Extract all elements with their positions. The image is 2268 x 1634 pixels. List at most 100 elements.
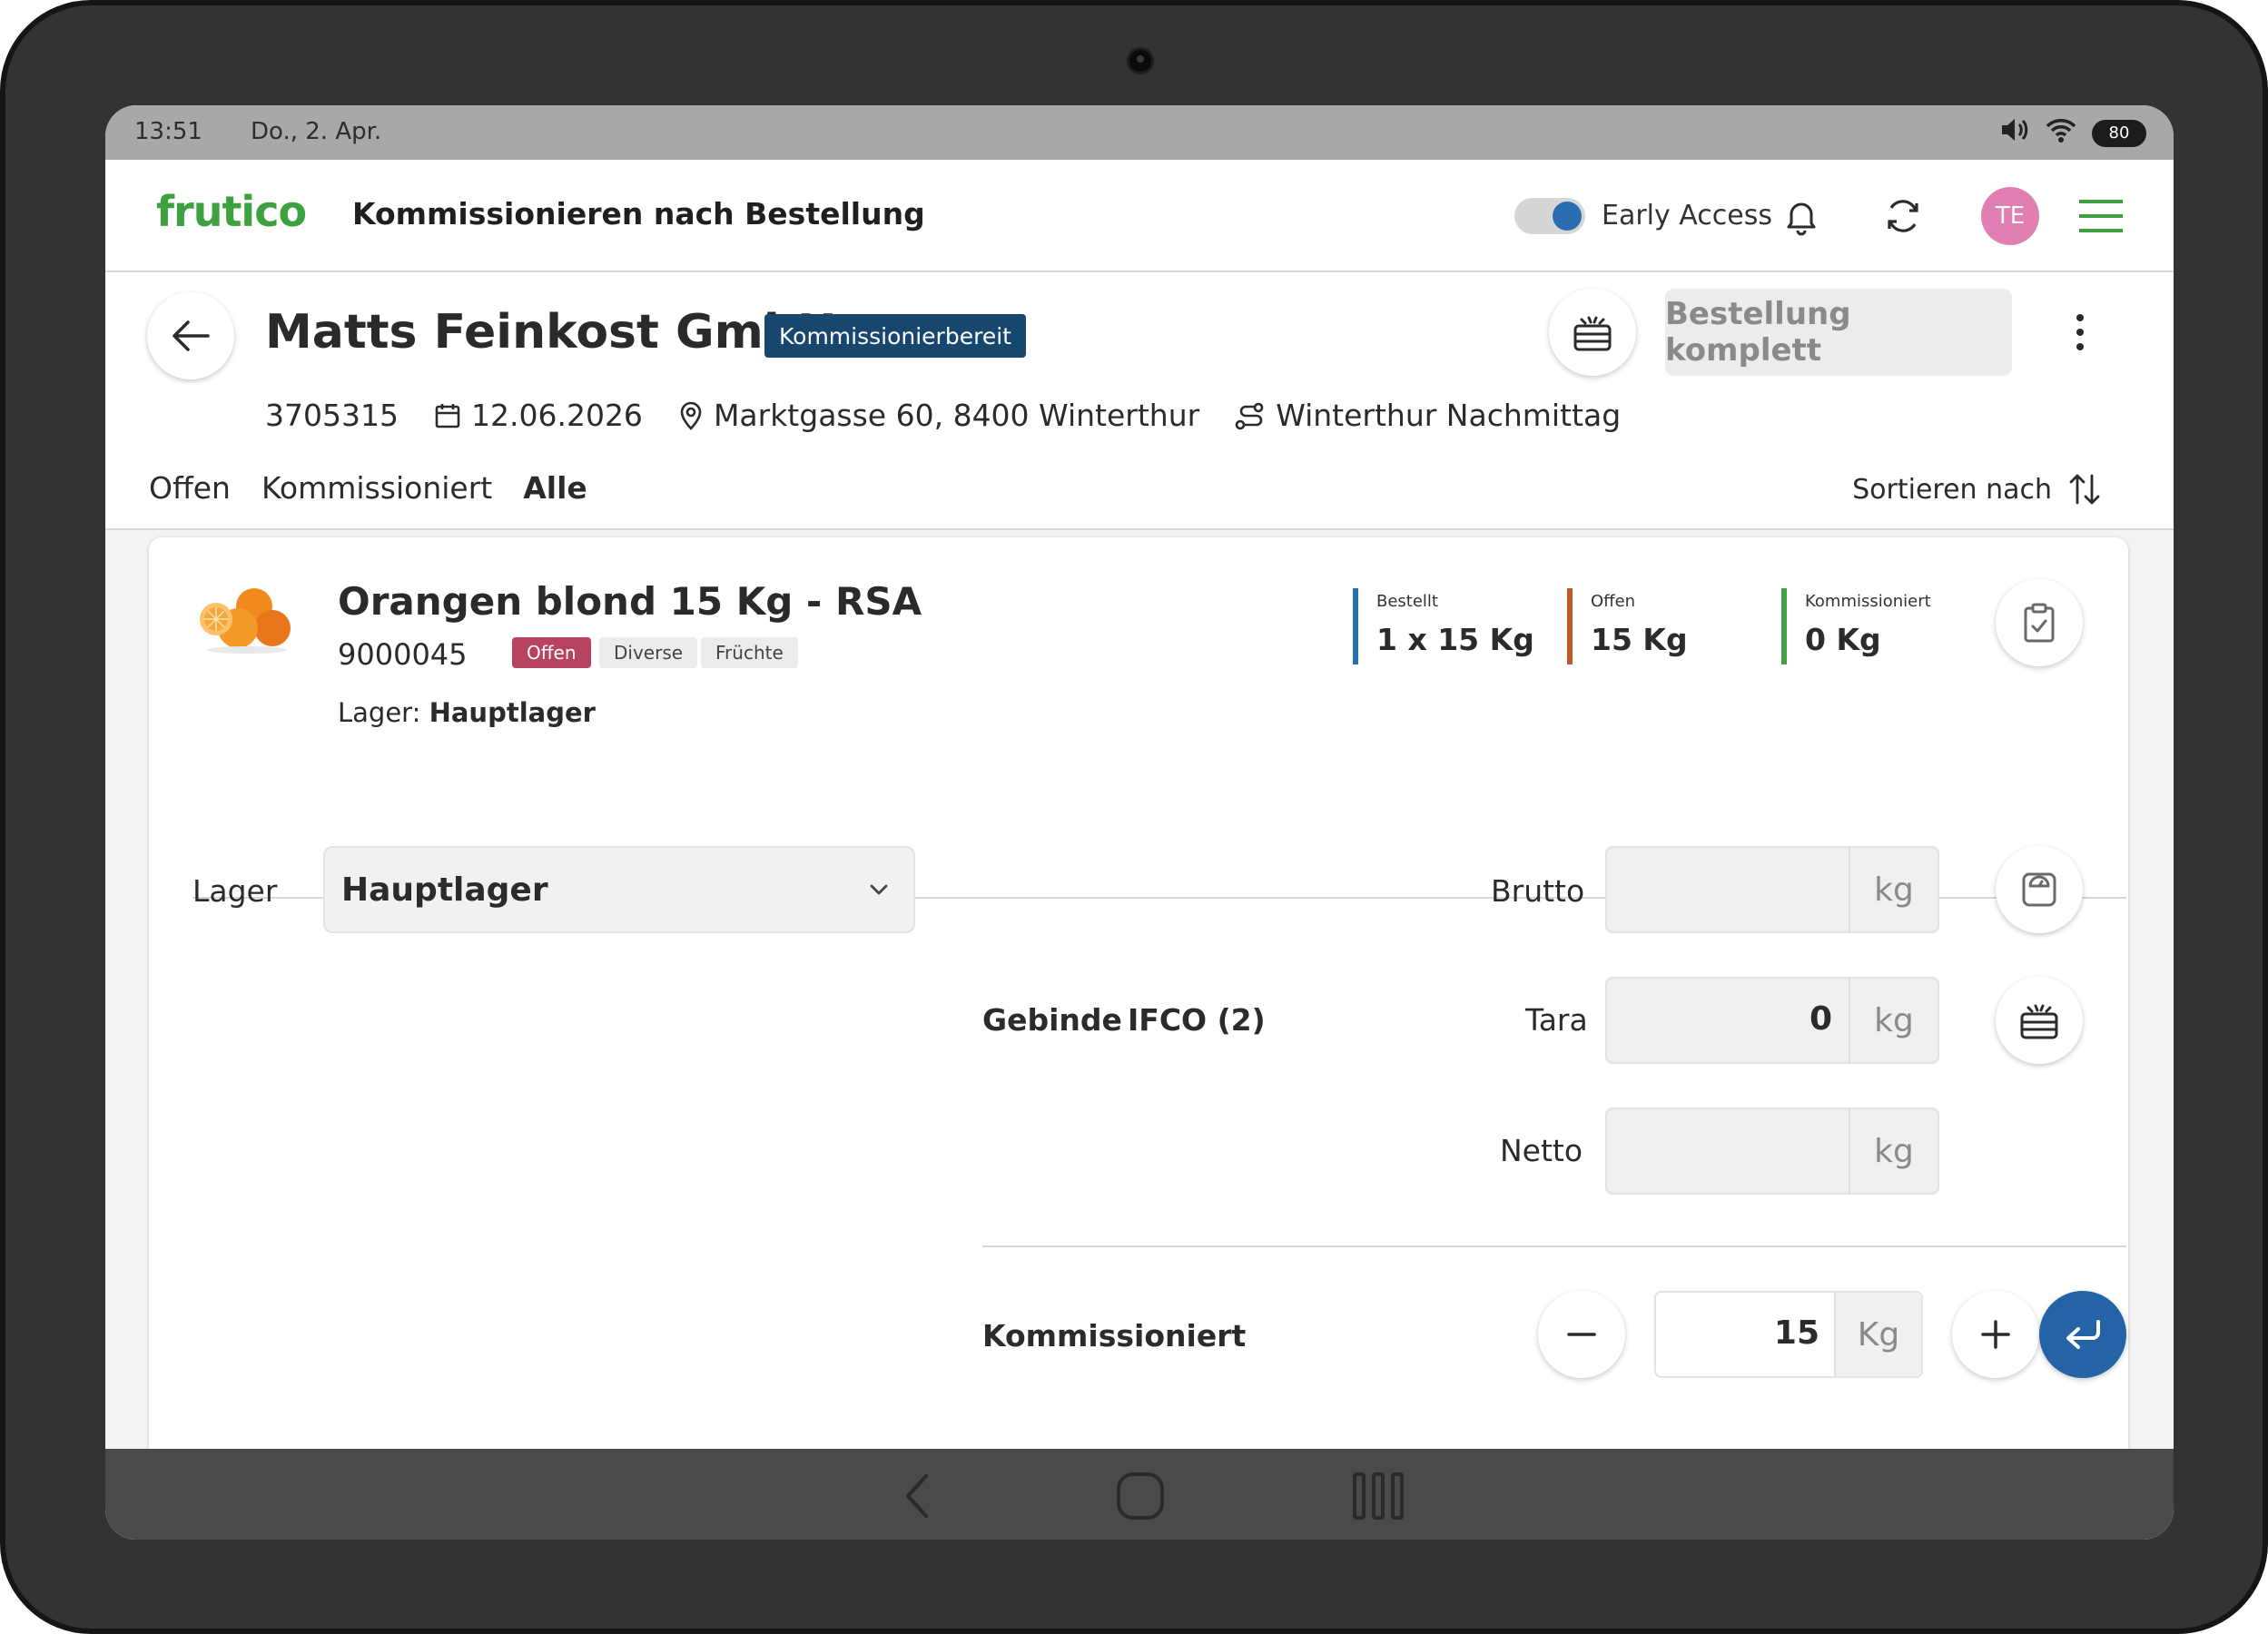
netto-label: Netto bbox=[1500, 1133, 1583, 1168]
enter-icon bbox=[2066, 1320, 2100, 1349]
stat-ordered-value: 1 x 15 Kg bbox=[1376, 622, 1534, 657]
crate-button[interactable] bbox=[1549, 289, 1636, 376]
stat-open-value: 15 Kg bbox=[1591, 622, 1688, 657]
order-meta: 3705315 12.06.2026 Marktgasse 60, 8400 W… bbox=[265, 398, 1655, 433]
tab-alle[interactable]: Alle bbox=[523, 470, 587, 506]
warehouse-line: Lager: Hauptlager bbox=[338, 697, 596, 728]
toggle-knob bbox=[1553, 202, 1582, 231]
picked-label: Kommissioniert bbox=[982, 1318, 1247, 1353]
form-divider bbox=[982, 1245, 2126, 1247]
order-number-text: 3705315 bbox=[265, 398, 399, 433]
tab-offen[interactable]: Offen bbox=[149, 470, 231, 506]
gebinde-label: Gebinde bbox=[982, 1002, 1122, 1038]
stat-ordered: Bestellt 1 x 15 Kg bbox=[1353, 588, 1534, 664]
tab-kommissioniert[interactable]: Kommissioniert bbox=[261, 470, 492, 506]
chevron-down-icon bbox=[870, 884, 888, 895]
plus-icon bbox=[1981, 1320, 2010, 1349]
netto-unit: kg bbox=[1849, 1109, 1938, 1193]
system-icons: 80 bbox=[1999, 116, 2146, 150]
brutto-unit: kg bbox=[1849, 848, 1938, 931]
back-button[interactable] bbox=[147, 292, 234, 379]
tara-input[interactable]: 0 kg bbox=[1605, 977, 1939, 1064]
clipboard-check-icon bbox=[2024, 603, 2055, 643]
status-time: 13:51 bbox=[134, 118, 202, 145]
system-nav-bar bbox=[105, 1449, 2174, 1540]
stat-ordered-label: Bestellt bbox=[1376, 592, 1438, 611]
decrement-button[interactable] bbox=[1538, 1291, 1625, 1378]
camera bbox=[1127, 47, 1154, 74]
warehouse-prefix: Lager: bbox=[338, 697, 421, 728]
early-access-toggle[interactable] bbox=[1514, 198, 1585, 234]
early-access-label: Early Access bbox=[1602, 200, 1772, 231]
avatar[interactable]: TE bbox=[1981, 187, 2039, 245]
lager-select-value: Hauptlager bbox=[341, 871, 548, 909]
app-title: Kommissionieren nach Bestellung bbox=[352, 196, 925, 231]
status-date: Do., 2. Apr. bbox=[251, 118, 382, 145]
article-number: 9000045 bbox=[338, 637, 468, 672]
clipboard-check-button[interactable] bbox=[1996, 579, 2083, 666]
confirm-enter-button[interactable] bbox=[2039, 1291, 2126, 1378]
more-options-icon[interactable] bbox=[2057, 305, 2103, 359]
order-number: 3705315 bbox=[265, 398, 399, 433]
scale-button[interactable] bbox=[1996, 846, 2083, 933]
stat-picked-label: Kommissioniert bbox=[1805, 592, 1931, 611]
logo: frutico bbox=[156, 187, 307, 236]
crate-icon bbox=[2020, 1004, 2058, 1039]
bell-icon[interactable] bbox=[1774, 189, 1829, 243]
product-image bbox=[192, 583, 292, 655]
brutto-input[interactable]: kg bbox=[1605, 846, 1939, 933]
order-address: Marktgasse 60, 8400 Winterthur bbox=[677, 398, 1199, 433]
group-tag: Früchte bbox=[701, 637, 798, 668]
tablet-frame: 13:51 Do., 2. Apr. 80 frutico Kommission… bbox=[0, 0, 2268, 1634]
calendar-icon bbox=[435, 403, 460, 428]
nav-recents-icon[interactable] bbox=[1351, 1469, 1405, 1523]
lager-select[interactable]: Hauptlager bbox=[323, 846, 915, 933]
netto-input[interactable]: kg bbox=[1605, 1107, 1939, 1195]
brutto-label: Brutto bbox=[1491, 873, 1585, 909]
minus-icon bbox=[1567, 1333, 1596, 1336]
refresh-icon[interactable] bbox=[1876, 189, 1930, 243]
filter-tabs: Offen Kommissioniert Alle bbox=[149, 470, 587, 506]
category-tag: Diverse bbox=[599, 637, 698, 668]
picked-quantity-value: 15 bbox=[1773, 1314, 1819, 1352]
volume-icon bbox=[1999, 116, 2030, 150]
sort-label: Sortieren nach bbox=[1852, 473, 2052, 506]
stat-picked: Kommissioniert 0 Kg bbox=[1781, 588, 1931, 664]
nav-home-icon[interactable] bbox=[1113, 1469, 1168, 1523]
screen: 13:51 Do., 2. Apr. 80 frutico Kommission… bbox=[105, 105, 2174, 1540]
stat-picked-value: 0 Kg bbox=[1805, 622, 1881, 657]
sort-button[interactable]: Sortieren nach bbox=[1852, 472, 2101, 507]
stat-open: Offen 15 Kg bbox=[1567, 588, 1688, 664]
menu-icon[interactable] bbox=[2074, 189, 2128, 243]
crate-tara-button[interactable] bbox=[1996, 977, 2083, 1064]
order-route: Winterthur Nachmittag bbox=[1234, 398, 1621, 433]
tara-value: 0 bbox=[1809, 1000, 1832, 1038]
picked-quantity-input[interactable]: 15 Kg bbox=[1654, 1291, 1923, 1378]
order-date-text: 12.06.2026 bbox=[470, 398, 643, 433]
arrow-left-icon bbox=[173, 320, 210, 351]
status-tag: Offen bbox=[512, 637, 591, 668]
status-bar: 13:51 Do., 2. Apr. 80 bbox=[105, 105, 2174, 160]
gebinde-value: IFCO (2) bbox=[1128, 1002, 1266, 1038]
nav-back-icon[interactable] bbox=[890, 1469, 944, 1523]
app-header: frutico Kommissionieren nach Bestellung … bbox=[105, 160, 2174, 272]
increment-button[interactable] bbox=[1952, 1291, 2039, 1378]
order-complete-button[interactable]: Bestellung komplett bbox=[1665, 289, 2012, 376]
status-badge: Kommissionierbereit bbox=[764, 314, 1026, 358]
item-card: Orangen blond 15 Kg - RSA 9000045 Offen … bbox=[149, 537, 2128, 1512]
picked-quantity-unit: Kg bbox=[1834, 1293, 1921, 1376]
stat-open-label: Offen bbox=[1591, 592, 1636, 611]
warehouse-name: Hauptlager bbox=[429, 697, 596, 728]
route-icon bbox=[1235, 402, 1264, 429]
sort-arrows-icon bbox=[2069, 474, 2100, 505]
order-route-text: Winterthur Nachmittag bbox=[1276, 398, 1622, 433]
tara-label: Tara bbox=[1525, 1002, 1588, 1038]
scale-icon bbox=[2022, 872, 2056, 907]
lager-label: Lager bbox=[192, 873, 278, 909]
tara-unit: kg bbox=[1849, 979, 1938, 1062]
battery-indicator: 80 bbox=[2092, 119, 2146, 147]
location-pin-icon bbox=[680, 401, 702, 430]
order-address-text: Marktgasse 60, 8400 Winterthur bbox=[713, 398, 1200, 433]
product-name: Orangen blond 15 Kg - RSA bbox=[338, 579, 922, 624]
customer-name: Matts Feinkost GmbH bbox=[265, 305, 837, 359]
